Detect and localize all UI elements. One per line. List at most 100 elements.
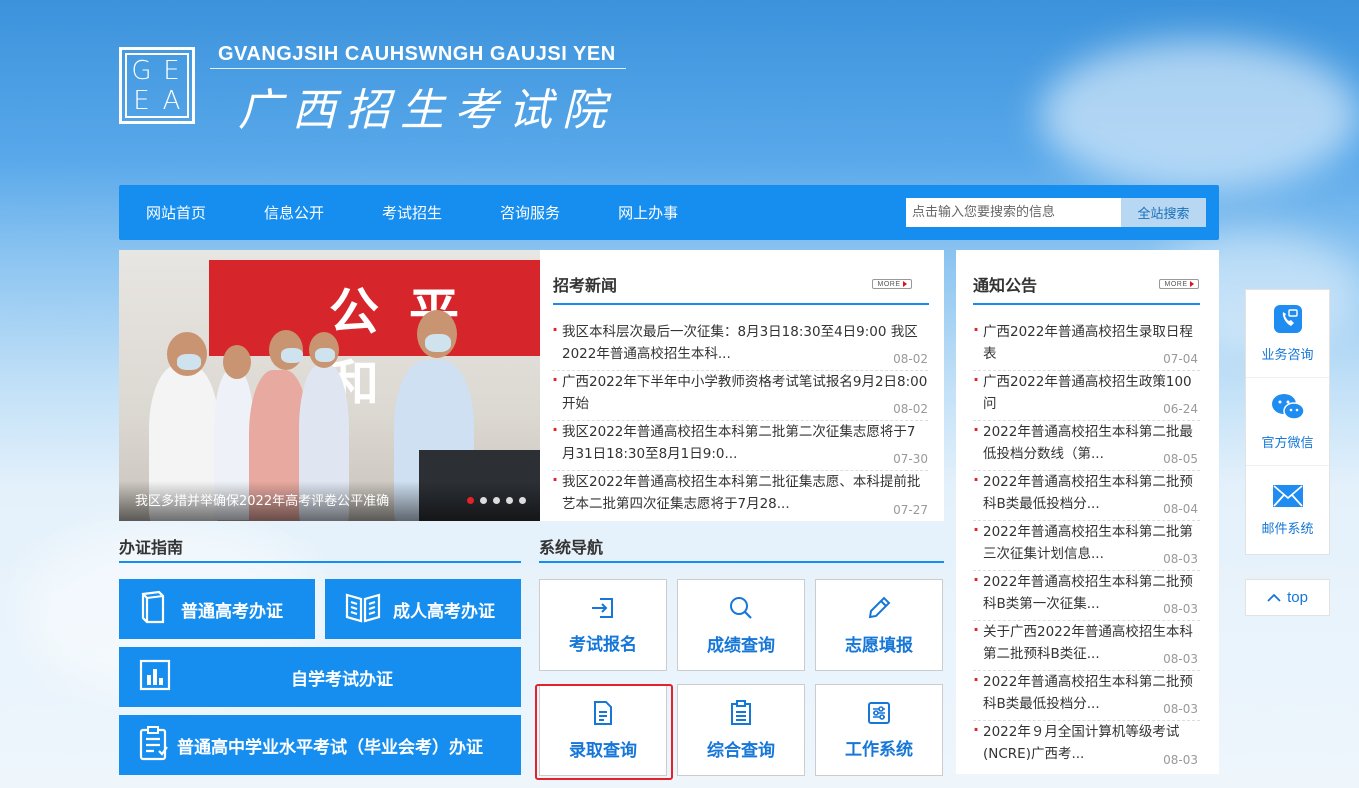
slide-mask (177, 354, 201, 370)
slide-dot[interactable] (506, 497, 513, 504)
nav-consult-service[interactable]: 咨询服务 (500, 202, 560, 223)
guide-section-title: 办证指南 (119, 538, 184, 557)
site-title-cn: 广西招生考试院 (238, 85, 616, 136)
nav-exam-admission[interactable]: 考试招生 (382, 202, 442, 223)
main-nav: 网站首页 信息公开 考试招生 咨询服务 网上办事 全站搜索 (119, 185, 1219, 240)
bar-chart-icon (139, 659, 171, 696)
guide-button-label: 普通高中学业水平考试（毕业会考）办证 (177, 737, 483, 758)
high-school-cert-button[interactable]: 普通高中学业水平考试（毕业会考）办证 (119, 715, 521, 775)
application-fill-tile[interactable]: 志愿填报 (815, 579, 943, 671)
guide-button-label: 普通高考办证 (181, 601, 283, 622)
notice-item-date: 08-03 (1163, 652, 1198, 666)
sliders-icon (867, 701, 891, 729)
book-icon (139, 590, 169, 629)
back-to-top-button[interactable]: top (1245, 579, 1330, 616)
notice-item[interactable]: 2022年普通高校招生本科第二批最低投档分数线（第...08-05 (973, 421, 1200, 471)
work-system-tile[interactable]: 工作系统 (815, 684, 943, 776)
notice-item[interactable]: 广西2022年普通高校招生录取日程表07-04 (973, 321, 1200, 371)
notice-panel: 通知公告 MORE 广西2022年普通高校招生录取日程表07-04 广西2022… (956, 250, 1219, 774)
notice-more-button[interactable]: MORE (1159, 279, 1199, 289)
news-panel: 招考新闻 MORE 我区本科层次最后一次征集：8月3日18:30至4日9:00 … (540, 250, 944, 521)
notice-item[interactable]: 2022年普通高校招生本科第二批预科B类最低投档分...08-04 (973, 471, 1200, 521)
tile-label: 录取查询 (569, 740, 637, 761)
search-button[interactable]: 全站搜索 (1121, 198, 1206, 227)
notice-item[interactable]: 关于广西2022年普通高校招生本科第二批预科B类征...08-03 (973, 621, 1200, 671)
news-item-text: 我区2022年普通高校招生本科第二批征集志愿、本科提前批艺本二批第四次征集志愿将… (552, 471, 928, 515)
tile-label: 成绩查询 (707, 635, 775, 656)
mail-system-link[interactable]: 邮件系统 (1246, 466, 1329, 554)
notice-item[interactable]: 2022年９月全国计算机等级考试(NCRE)广西考...08-03 (973, 721, 1200, 771)
business-consult-link[interactable]: 业务咨询 (1246, 290, 1329, 378)
tile-label: 工作系统 (845, 739, 913, 760)
notice-item[interactable]: 2022年普通高校招生本科第二批预科B类第一次征集...08-03 (973, 571, 1200, 621)
slide-dot[interactable] (493, 497, 500, 504)
slide-caption[interactable]: 我区多措并举确保2022年高考评卷公平准确 (135, 490, 389, 509)
logo-letter: G (131, 55, 153, 86)
slide-dot[interactable] (480, 497, 487, 504)
slide-mask (281, 348, 303, 363)
login-arrow-icon (590, 596, 616, 624)
score-query-tile[interactable]: 成绩查询 (677, 579, 805, 671)
news-list: 我区本科层次最后一次征集：8月3日18:30至4日9:00 我区2022年普通高… (552, 321, 928, 521)
clipboard-list-icon (139, 725, 169, 766)
news-title-underline (553, 303, 929, 305)
news-item-text: 我区2022年普通高校招生本科第二批第二次征集志愿将于7月31日18:30至8月… (552, 421, 928, 465)
notice-item-date: 07-04 (1163, 352, 1198, 366)
search-icon (728, 595, 754, 625)
float-item-label: 邮件系统 (1261, 521, 1314, 537)
news-more-button[interactable]: MORE (872, 279, 912, 289)
official-wechat-link[interactable]: 官方微信 (1246, 378, 1329, 466)
notice-item[interactable]: 广西2022年普通高校招生政策100问06-24 (973, 371, 1200, 421)
news-item[interactable]: 我区2022年普通高校招生本科第二批征集志愿、本科提前批艺本二批第四次征集志愿将… (552, 471, 928, 521)
float-item-label: 官方微信 (1261, 436, 1314, 451)
slide-dot[interactable] (467, 497, 474, 504)
float-item-label: 业务咨询 (1261, 348, 1314, 363)
open-book-icon (345, 591, 381, 628)
news-item[interactable]: 我区本科层次最后一次征集：8月3日18:30至4日9:00 我区2022年普通高… (552, 321, 928, 371)
news-item[interactable]: 广西2022年下半年中小学教师资格考试笔试报名9月2日8:00开始 08-02 (552, 371, 928, 421)
gaokao-cert-button[interactable]: 普通高考办证 (119, 579, 315, 639)
guide-button-label: 自学考试办证 (291, 669, 393, 690)
self-study-cert-button[interactable]: 自学考试办证 (119, 647, 521, 707)
site-logo[interactable]: G E E A (119, 47, 195, 124)
search-input[interactable] (906, 198, 1121, 227)
notice-item[interactable]: 2022年普通高校招生本科第二批第三次征集计划信息...08-03 (973, 521, 1200, 571)
floating-sidebar: 业务咨询 官方微信 邮件系统 (1245, 289, 1330, 555)
nav-home[interactable]: 网站首页 (146, 202, 206, 223)
phone-chat-icon (1273, 304, 1303, 338)
news-item[interactable]: 我区2022年普通高校招生本科第二批第二次征集志愿将于7月31日18:30至8月… (552, 421, 928, 471)
tile-label: 志愿填报 (845, 635, 913, 656)
back-to-top-label: top (1287, 589, 1308, 606)
envelope-icon (1272, 484, 1304, 512)
notice-item-date: 08-04 (1163, 502, 1198, 516)
comprehensive-query-tile[interactable]: 综合查询 (677, 684, 805, 776)
tile-label: 综合查询 (707, 740, 775, 761)
notice-item-date: 08-03 (1163, 702, 1198, 716)
guide-button-label: 成人高考办证 (393, 601, 495, 622)
admission-query-tile[interactable]: 录取查询 (539, 684, 667, 776)
slide-dots (467, 497, 526, 504)
cloud-decoration (1040, 40, 1359, 190)
news-item-date: 08-02 (893, 402, 928, 416)
news-item-date: 07-30 (893, 452, 928, 466)
search-box: 全站搜索 (906, 198, 1206, 227)
exam-registration-tile[interactable]: 考试报名 (539, 579, 667, 671)
news-slideshow[interactable]: 公平 和 我区多措并举确保2022年高考评卷公平准确 (119, 250, 540, 521)
logo-letter: A (162, 85, 182, 116)
adult-cert-button[interactable]: 成人高考办证 (325, 579, 521, 639)
title-divider (210, 68, 626, 69)
notice-item[interactable]: 2022年普通高校招生本科第二批预科B类最低投档分...08-03 (973, 671, 1200, 721)
slide-person-head (223, 345, 251, 379)
sysnav-section-title: 系统导航 (539, 538, 604, 557)
slide-dot[interactable] (519, 497, 526, 504)
wechat-icon (1270, 392, 1306, 426)
notice-item-date: 08-05 (1163, 452, 1198, 466)
pencil-icon (866, 595, 892, 625)
clipboard-icon (729, 699, 753, 730)
nav-online-service[interactable]: 网上办事 (618, 202, 678, 223)
nav-info-public[interactable]: 信息公开 (264, 202, 324, 223)
news-item-text: 我区本科层次最后一次征集：8月3日18:30至4日9:00 我区2022年普通高… (552, 321, 928, 365)
chevron-up-icon (1267, 593, 1281, 603)
notice-item-date: 08-03 (1163, 602, 1198, 616)
slide-mask (315, 348, 335, 362)
